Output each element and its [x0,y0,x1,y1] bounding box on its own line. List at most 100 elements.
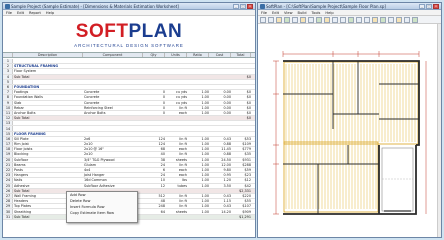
table-cell[interactable]: 0.43 [209,204,231,208]
table-cell[interactable]: Concrete [83,95,143,99]
table-cell[interactable]: 0.95 [209,173,231,177]
table-cell[interactable]: Glulam [83,163,143,167]
table-cell[interactable]: Footings [13,90,83,94]
table-cell[interactable]: Sill Plate [13,137,83,141]
table-cell[interactable]: 1.00 [187,101,209,105]
table-cell[interactable]: 0 [143,106,165,110]
maximize-button[interactable]: □ [426,4,432,9]
table-cell[interactable]: 0.88 [209,152,231,156]
column-header-description[interactable]: Description [13,53,83,57]
table-cell[interactable]: Rim Joist [13,142,83,146]
table-cell[interactable]: cu yds [165,90,187,94]
table-cell[interactable]: lin ft [165,106,187,110]
table-cell[interactable]: $1,291 [231,215,251,219]
table-cell[interactable]: $220 [231,194,251,198]
table-cell[interactable]: $931 [231,158,251,162]
table-cell[interactable]: each [165,111,187,115]
table-cell[interactable]: $42 [231,184,251,188]
tool-door-icon[interactable] [276,16,282,23]
table-cell[interactable]: $12 [231,178,251,182]
table-cell[interactable]: 11.45 [209,147,231,151]
floorplan-menu-view[interactable]: View [284,11,293,15]
table-cell[interactable]: 1.20 [209,178,231,182]
table-cell[interactable]: $288 [231,163,251,167]
table-cell[interactable]: 0.43 [209,137,231,141]
table-cell[interactable]: lin ft [165,152,187,156]
column-header-units[interactable]: Units [165,53,187,57]
tool-3d-icon[interactable] [356,16,362,23]
table-cell[interactable]: 0.00 [209,106,231,110]
table-cell[interactable]: $0 [231,75,251,79]
table-cell[interactable]: lbs [165,178,187,182]
table-cell[interactable]: $0 [231,90,251,94]
table-cell[interactable]: Concrete [83,101,143,105]
column-header-qty[interactable]: Qty [143,53,165,57]
table-cell[interactable]: 16d Common [83,178,143,182]
table-cell[interactable]: 1.00 [187,147,209,151]
table-cell[interactable]: 2x10 [83,152,143,156]
tool-help-icon[interactable] [412,16,418,23]
table-cell[interactable]: 0.00 [209,111,231,115]
table-cell[interactable]: lin ft [165,199,187,203]
table-cell[interactable]: 0 [143,111,165,115]
floorplan-menu-help[interactable]: Help [325,11,333,15]
table-cell[interactable]: each [165,173,187,177]
tool-select-icon[interactable] [260,16,266,23]
table-cell[interactable]: tubes [165,184,187,188]
table-cell[interactable]: 0.00 [209,95,231,99]
estimate-menu-help[interactable]: Help [46,11,54,15]
table-cell[interactable]: 4x4 [83,168,143,172]
table-cell[interactable]: $2,331 [231,189,251,193]
table-cell[interactable]: 64 [143,210,165,214]
table-cell[interactable]: 1.00 [187,106,209,110]
table-cell[interactable]: 512 [143,194,165,198]
table-cell[interactable]: 3/4" T&G Plywood [83,158,143,162]
floorplan-menu-file[interactable]: File [261,11,267,15]
table-cell[interactable]: 1.00 [187,137,209,141]
table-cell[interactable]: Anchor Bolts [83,111,143,115]
column-header-ratio[interactable]: Ratio [187,53,209,57]
table-cell[interactable]: 12.00 [209,163,231,167]
estimate-menu-edit[interactable]: Edit [17,11,24,15]
table-cell[interactable]: 1.00 [187,210,209,214]
floorplan-menu-build[interactable]: Build [298,11,307,15]
table-cell[interactable]: lin ft [165,204,187,208]
tool-roof-icon[interactable] [340,16,346,23]
tool-redo-icon[interactable] [388,16,394,23]
table-cell[interactable]: cu yds [165,101,187,105]
tool-undo-icon[interactable] [380,16,386,23]
table-cell[interactable]: Joist Hanger [83,173,143,177]
table-cell[interactable]: 0.00 [209,90,231,94]
table-cell[interactable]: Rebar [13,106,83,110]
table-cell[interactable]: 14.20 [209,210,231,214]
table-cell[interactable]: lin ft [165,142,187,146]
column-header-component[interactable]: Component [83,53,143,57]
tool-window-icon[interactable] [284,16,290,23]
table-cell[interactable]: $0 [231,106,251,110]
table-cell[interactable]: 24 [143,173,165,177]
table-cell[interactable]: cu yds [165,95,187,99]
table-cell[interactable]: Sub Total [13,116,83,120]
table-cell[interactable]: 24 [143,163,165,167]
table-cell[interactable]: 1.00 [187,204,209,208]
column-header-cost[interactable]: Cost [209,53,231,57]
table-cell[interactable]: $0 [231,101,251,105]
table-cell[interactable]: 1.00 [187,173,209,177]
minimize-button[interactable]: _ [419,4,425,9]
table-cell[interactable]: each [165,147,187,151]
tool-wall-icon[interactable] [268,16,274,23]
tool-framing-icon[interactable] [332,16,338,23]
tool-zoom-in-icon[interactable] [308,16,314,23]
table-cell[interactable]: $779 [231,147,251,151]
tool-stairs-icon[interactable] [348,16,354,23]
table-cell[interactable]: $59 [231,168,251,172]
table-cell[interactable]: 1.00 [187,95,209,99]
table-cell[interactable]: $0 [231,95,251,99]
table-cell[interactable]: 124 [143,142,165,146]
table-cell[interactable]: FOUNDATION [13,85,83,89]
close-button[interactable]: × [433,4,439,9]
table-cell[interactable]: 38 [143,158,165,162]
table-cell[interactable]: Posts [13,168,83,172]
table-cell[interactable]: $55 [231,199,251,203]
table-cell[interactable]: 0.43 [209,194,231,198]
